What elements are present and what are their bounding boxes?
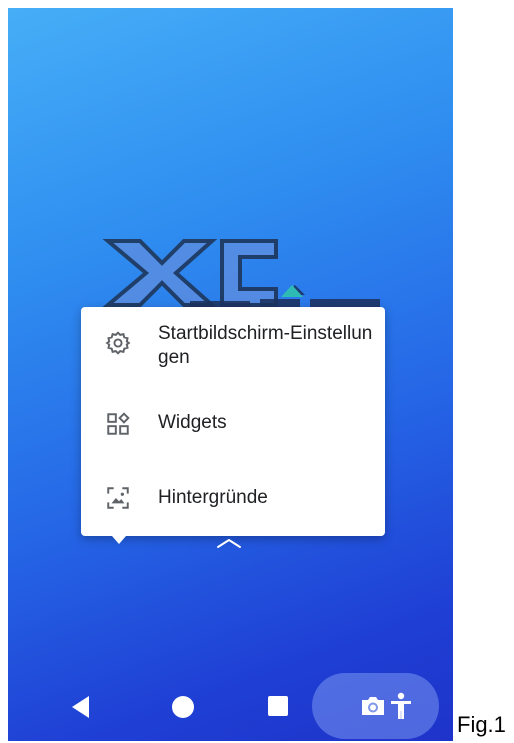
context-menu: Startbildschirm-Einstellungen Widgets Hi… xyxy=(81,307,385,536)
home-icon[interactable] xyxy=(172,696,194,718)
menu-item-label: Startbildschirm-Einstellungen xyxy=(158,323,373,368)
camera-icon[interactable] xyxy=(360,695,386,717)
gear-icon xyxy=(105,331,131,355)
phone-screen: Startbildschirm-Einstellungen Widgets Hi… xyxy=(8,8,453,741)
floating-shortcut-pill xyxy=(312,673,439,739)
menu-pointer xyxy=(112,536,126,544)
menu-item-home-settings[interactable]: Startbildschirm-Einstellungen xyxy=(81,307,385,389)
figure-caption: Fig.1 xyxy=(457,712,506,737)
menu-item-label: Widgets xyxy=(158,412,227,433)
recents-icon[interactable] xyxy=(268,696,288,716)
menu-item-widgets[interactable]: Widgets xyxy=(81,389,385,459)
chevron-up-icon[interactable] xyxy=(215,537,243,549)
back-icon[interactable] xyxy=(72,696,89,718)
menu-item-label: Hintergründe xyxy=(158,487,268,508)
menu-item-wallpapers[interactable]: Hintergründe xyxy=(81,459,385,536)
accessibility-icon[interactable] xyxy=(389,692,413,720)
widgets-icon xyxy=(107,412,130,435)
wallpaper-icon xyxy=(107,487,129,509)
